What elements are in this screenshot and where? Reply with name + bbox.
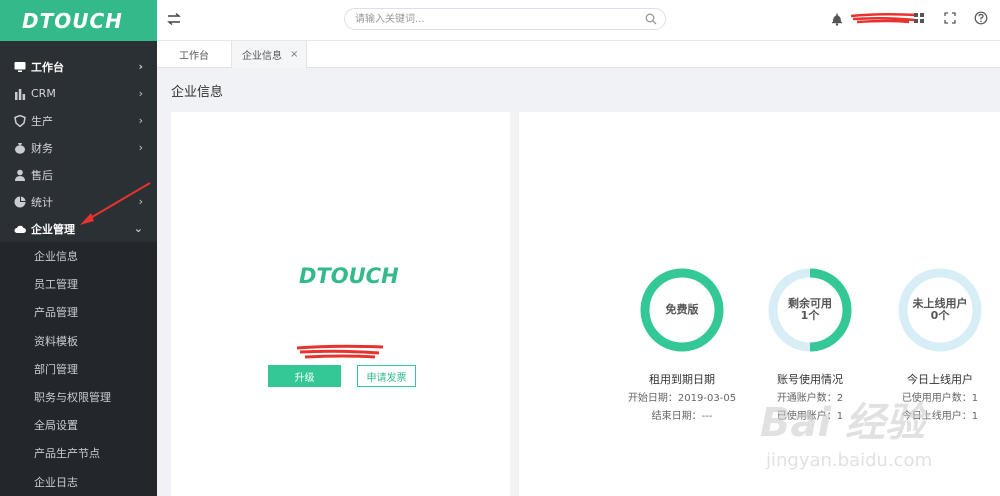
enterprise-submenu: 企业信息 员工管理 产品管理 资料模板 部门管理 职务与权限管理 全局设置 产品… bbox=[0, 242, 157, 496]
ring-label: 未上线用户 0个 bbox=[865, 267, 1000, 353]
sidebar-subitem-roles[interactable]: 职务与权限管理 bbox=[0, 383, 157, 411]
fullscreen-icon[interactable] bbox=[944, 12, 956, 24]
sidebar-subitem-products[interactable]: 产品管理 bbox=[0, 298, 157, 326]
accounts-ring-count: 1个 bbox=[800, 309, 820, 322]
chevron-right-icon: › bbox=[138, 60, 143, 73]
sidebar-item-production[interactable]: 生产 › bbox=[0, 107, 157, 134]
plan-ring-text: 免费版 bbox=[665, 303, 699, 316]
watermark-url: jingyan.baidu.com bbox=[766, 450, 933, 471]
close-icon[interactable]: × bbox=[290, 49, 298, 60]
sidebar: DTOUCH 工作台 › CRM › 生产 › 财务 › 售后 统计 › 企业管… bbox=[0, 0, 157, 496]
company-card: DTOUCH 升级 申请发票 bbox=[171, 112, 510, 496]
watermark: Bai 经验 jingyan.baidu.com bbox=[760, 390, 1000, 480]
tab-bar: 工作台 企业信息 × bbox=[157, 41, 1000, 68]
sidebar-subitem-logs[interactable]: 企业日志 bbox=[0, 468, 157, 496]
shield-icon bbox=[14, 114, 26, 127]
sidebar-subitem-templates[interactable]: 资料模板 bbox=[0, 327, 157, 355]
app-logo: DTOUCH bbox=[22, 8, 123, 33]
company-logo: DTOUCH bbox=[299, 264, 399, 288]
watermark-logo: Bai 经验 bbox=[760, 400, 926, 446]
bell-icon[interactable] bbox=[831, 12, 843, 26]
sidebar-item-label: 生产 bbox=[31, 114, 53, 128]
online-ring-count: 0个 bbox=[930, 309, 950, 322]
sidebar-subitem-staff[interactable]: 员工管理 bbox=[0, 270, 157, 298]
sidebar-item-finance[interactable]: 财务 › bbox=[0, 134, 157, 161]
sidebar-item-label: 财务 bbox=[31, 141, 53, 155]
sidebar-item-label: 工作台 bbox=[31, 60, 64, 74]
page-title: 企业信息 bbox=[171, 85, 224, 100]
sidebar-item-workbench[interactable]: 工作台 › bbox=[0, 53, 157, 80]
upgrade-button[interactable]: 升级 bbox=[268, 365, 341, 387]
annotation-arrow bbox=[80, 182, 151, 225]
cloud-icon bbox=[14, 225, 26, 233]
pie-chart-icon bbox=[14, 196, 26, 207]
money-bag-icon bbox=[15, 142, 25, 154]
user-icon bbox=[15, 169, 25, 181]
chevron-right-icon: › bbox=[138, 114, 143, 127]
help-icon[interactable] bbox=[974, 11, 988, 25]
tab-workbench[interactable]: 工作台 bbox=[157, 41, 231, 68]
search-input[interactable] bbox=[345, 9, 625, 29]
bar-chart-icon bbox=[15, 88, 26, 100]
tab-company-info[interactable]: 企业信息 × bbox=[231, 41, 307, 68]
chevron-right-icon: › bbox=[138, 87, 143, 100]
swap-arrows-icon[interactable] bbox=[167, 12, 181, 26]
search-icon[interactable] bbox=[645, 13, 657, 25]
sidebar-item-label: CRM bbox=[31, 87, 56, 100]
chevron-right-icon: › bbox=[138, 141, 143, 154]
sidebar-subitem-departments[interactable]: 部门管理 bbox=[0, 355, 157, 383]
stat-title: 账号使用情况 bbox=[777, 373, 843, 386]
sidebar-menu: 工作台 › CRM › 生产 › 财务 › 售后 统计 › 企业管理 ⌄ 企业信… bbox=[0, 41, 157, 496]
monitor-icon bbox=[14, 61, 26, 72]
company-name-redacted bbox=[296, 344, 384, 359]
search-box bbox=[344, 8, 666, 30]
apply-invoice-button[interactable]: 申请发票 bbox=[357, 365, 416, 387]
sidebar-subitem-production-nodes[interactable]: 产品生产节点 bbox=[0, 439, 157, 467]
ring-label: 剩余可用 1个 bbox=[735, 267, 885, 353]
tab-label: 企业信息 bbox=[242, 51, 282, 62]
sidebar-subitem-global-settings[interactable]: 全局设置 bbox=[0, 411, 157, 439]
sidebar-subitem-company-info[interactable]: 企业信息 bbox=[0, 242, 157, 270]
app-logo-bar[interactable]: DTOUCH bbox=[0, 0, 157, 41]
grid-icon[interactable] bbox=[914, 13, 924, 23]
sidebar-item-crm[interactable]: CRM › bbox=[0, 80, 157, 107]
top-bar bbox=[157, 0, 1000, 41]
user-name-redacted[interactable] bbox=[849, 12, 919, 24]
stat-title: 今日上线用户 bbox=[907, 373, 973, 386]
tab-label: 工作台 bbox=[179, 51, 209, 62]
